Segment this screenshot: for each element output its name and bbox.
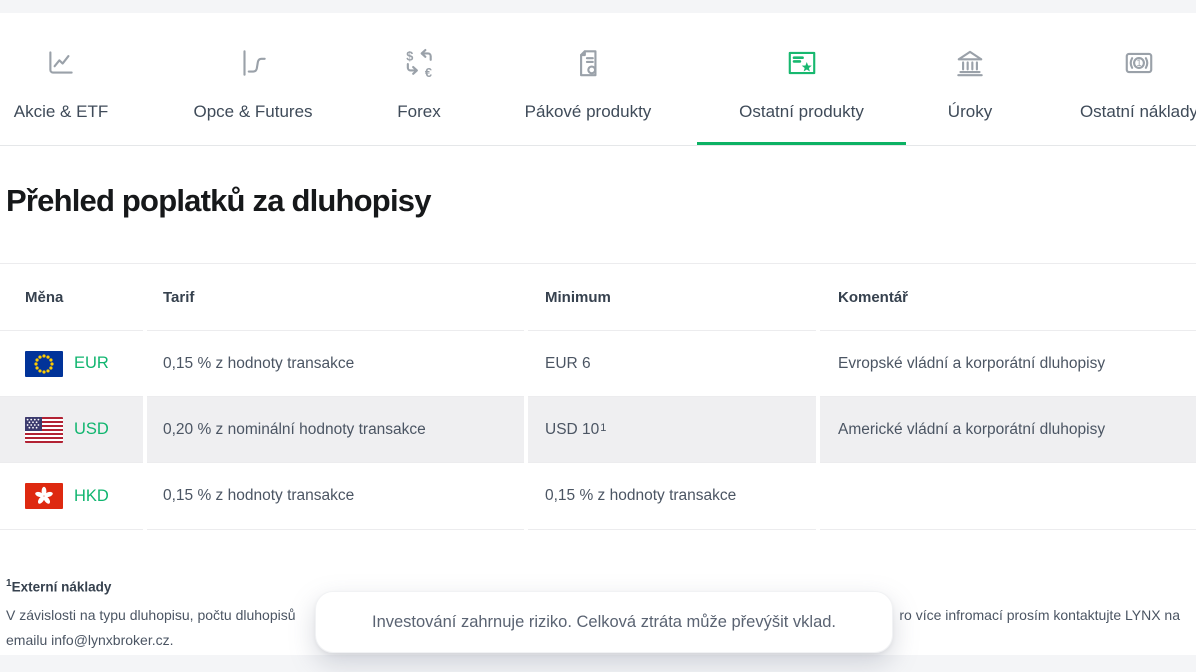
table-row-hkd: HKD 0,15 % z hodnoty transakce 0,15 % z … xyxy=(0,463,1196,530)
column-header-minimum: Minimum xyxy=(528,264,816,331)
tab-label: Ostatní náklady xyxy=(1080,102,1196,122)
currency-cell: EUR xyxy=(0,331,143,397)
minimum-value: USD 10 xyxy=(545,421,599,439)
tarif-cell: 0,15 % z hodnoty transakce xyxy=(147,463,524,530)
minimum-cell: USD 101 xyxy=(528,397,816,463)
svg-text:€: € xyxy=(425,65,432,80)
minimum-value: EUR 6 xyxy=(545,355,591,373)
bottom-strip xyxy=(0,655,1196,672)
currency-cell: HKD xyxy=(0,463,143,530)
starred-document-icon xyxy=(785,46,819,84)
tarif-cell: 0,15 % z hodnoty transakce xyxy=(147,331,524,397)
svg-text:$: $ xyxy=(406,48,413,63)
column-header-mena: Měna xyxy=(0,264,143,331)
svg-text:1: 1 xyxy=(1136,58,1141,68)
top-strip xyxy=(0,0,1196,13)
risk-warning-toast: Investování zahrnuje riziko. Celková ztr… xyxy=(315,591,893,653)
bank-icon xyxy=(953,46,987,84)
table-row-eur: EUR 0,15 % z hodnoty transakce EUR 6 Evr… xyxy=(0,331,1196,397)
tab-label: Pákové produkty xyxy=(525,102,652,122)
table-row-usd: USD 0,20 % z nominální hodnoty transakce… xyxy=(0,397,1196,463)
currency-code: HKD xyxy=(74,487,109,506)
currency-code: USD xyxy=(74,420,109,439)
banknote-icon: 1 xyxy=(1122,46,1156,84)
footnote-text-left: V závislosti na typu dluhopisu, počtu dl… xyxy=(6,607,296,623)
footnote-title-text: Externí náklady xyxy=(12,580,112,595)
eu-flag-icon xyxy=(25,351,63,377)
minimum-value: 0,15 % z hodnoty transakce xyxy=(545,487,736,505)
tab-label: Opce & Futures xyxy=(193,102,312,122)
tab-akcie-etf[interactable]: Akcie & ETF xyxy=(0,46,122,145)
column-header-tarif: Tarif xyxy=(147,264,524,331)
currency-code: EUR xyxy=(74,354,109,373)
fees-table: Měna Tarif Minimum Komentář xyxy=(0,263,1196,530)
tab-pakove-produkty[interactable]: Pákové produkty xyxy=(496,46,680,145)
tab-uroky[interactable]: Úroky xyxy=(912,46,1028,145)
table-header-row: Měna Tarif Minimum Komentář xyxy=(0,264,1196,331)
komentar-cell: Evropské vládní a korporátní dluhopisy xyxy=(820,331,1196,397)
us-flag-icon xyxy=(25,417,63,443)
page-title: Přehled poplatků za dluhopisy xyxy=(6,183,431,219)
tarif-cell: 0,20 % z nominální hodnoty transakce xyxy=(147,397,524,463)
footnote-text-right: ro více infromací prosím kontaktujte LYN… xyxy=(899,603,1180,628)
column-header-komentar: Komentář xyxy=(820,264,1196,331)
tab-opce-futures[interactable]: Opce & Futures xyxy=(168,46,338,145)
tab-ostatni-naklady[interactable]: 1 Ostatní náklady xyxy=(1064,46,1196,145)
tab-ostatni-produkty[interactable]: Ostatní produkty xyxy=(697,46,906,145)
product-tabs: Akcie & ETF Opce & Futures $ € xyxy=(0,13,1196,146)
tab-forex[interactable]: $ € Forex xyxy=(352,46,486,145)
komentar-cell: Americké vládní a korporátní dluhopisy xyxy=(820,397,1196,463)
line-chart-icon xyxy=(44,46,78,84)
tab-label: Forex xyxy=(397,102,440,122)
step-chart-icon xyxy=(236,46,270,84)
currency-cell: USD xyxy=(0,397,143,463)
minimum-cell: EUR 6 xyxy=(528,331,816,397)
minimum-cell: 0,15 % z hodnoty transakce xyxy=(528,463,816,530)
certificate-document-icon xyxy=(571,46,605,84)
komentar-cell xyxy=(820,463,1196,530)
tab-label: Akcie & ETF xyxy=(14,102,108,122)
currency-exchange-icon: $ € xyxy=(402,46,436,84)
tab-label: Ostatní produkty xyxy=(739,102,864,122)
hk-flag-icon xyxy=(25,483,63,509)
risk-warning-text: Investování zahrnuje riziko. Celková ztr… xyxy=(372,613,836,632)
tab-label: Úroky xyxy=(948,102,992,122)
